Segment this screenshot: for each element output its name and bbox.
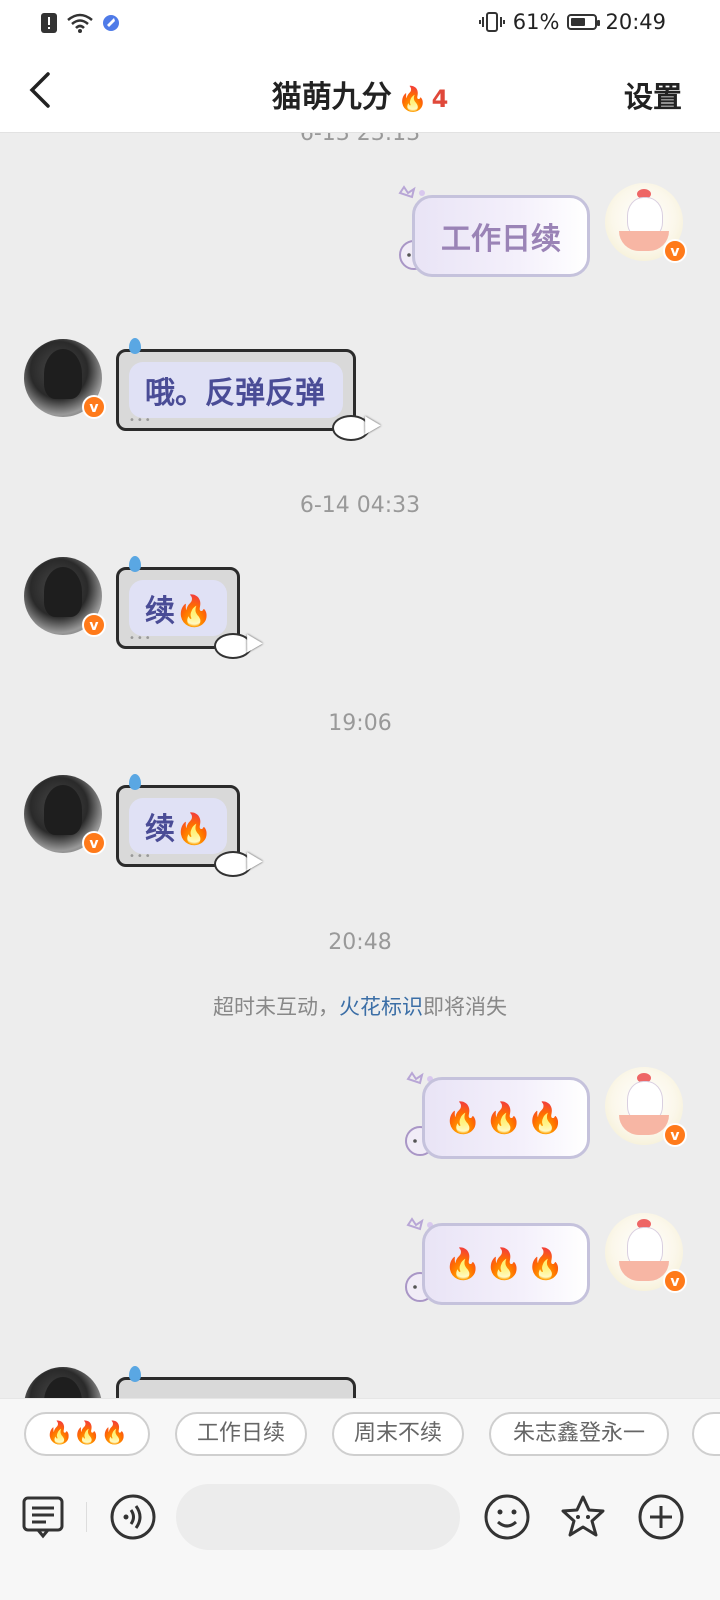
message-bubble-outgoing[interactable]: 🔥🔥🔥 [422,1223,590,1305]
friend-avatar[interactable]: v [24,775,106,855]
verified-badge: v [663,1269,687,1293]
notes-icon[interactable] [18,1492,68,1542]
hooded-figure [44,1377,82,1398]
water-drop-decoration [129,338,141,354]
friend-avatar[interactable]: v [24,557,106,637]
timestamp: 20:48 [328,930,392,955]
toolbar-divider [86,1502,87,1532]
system-notice: 超时未互动，火花标识即将消失 [0,991,720,1021]
message-bubble-outgoing[interactable]: 🔥🔥🔥 [422,1077,590,1159]
settings-button[interactable]: 设置 [624,74,682,116]
message-text: 工作日续 [441,222,561,257]
water-drop-decoration [129,774,141,790]
voice-icon[interactable] [108,1492,158,1542]
my-avatar[interactable]: v [605,1067,687,1147]
wifi-icon [67,13,93,33]
lotus-decoration [619,1115,669,1135]
flame-icon: 🔥 [397,85,428,113]
message-list[interactable]: 6-13 23:13 工作日续 v v 哦。反弹反弹 ••• 6-14 04:3… [0,133,720,1398]
message-bubble-outgoing[interactable]: 工作日续 [412,195,590,277]
message-input[interactable] [176,1484,460,1550]
quick-reply-chip[interactable]: 工作日续 [175,1412,307,1456]
hooded-figure [44,567,82,617]
battery-percent: 61% [512,10,560,34]
friend-avatar[interactable]: v [24,339,106,419]
lotus-decoration [619,231,669,251]
timestamp: 6-13 23:13 [299,133,421,146]
chat-header: 猫萌九分 🔥 4 设置 [0,50,720,133]
add-icon[interactable] [636,1492,686,1542]
water-drop-decoration [129,556,141,572]
message-bubble-incoming[interactable] [116,1366,356,1398]
vibrate-icon [478,12,505,32]
verified-badge: v [82,395,106,419]
quick-reply-chip-partial[interactable] [692,1412,720,1456]
message-text: 续🔥 [145,812,213,847]
quick-reply-chip[interactable]: 🔥🔥🔥 [24,1412,150,1456]
verified-badge: v [82,831,106,855]
page-title: 猫萌九分 🔥 4 [0,72,720,116]
timestamp: 6-14 04:33 [299,493,421,518]
verified-badge: v [663,1123,687,1147]
battery-level [571,18,585,26]
message-text: 🔥🔥🔥 [443,1100,569,1136]
my-avatar[interactable]: v [605,1213,687,1293]
status-bar: 61% 20:49 [0,0,720,50]
alert-icon [41,13,57,33]
hooded-figure [44,785,82,835]
battery-icon [567,14,601,30]
sticker-icon[interactable] [558,1492,608,1542]
streak-count: 4 [431,85,449,113]
message-bubble-incoming[interactable]: 哦。反弹反弹 ••• [116,338,356,431]
verified-badge: v [663,239,687,263]
verified-badge: v [82,613,106,637]
notice-suffix: 即将消失 [423,995,507,1019]
emoji-icon[interactable] [482,1492,532,1542]
friend-avatar[interactable] [24,1367,102,1398]
timestamp: 19:06 [328,711,392,736]
spark-badge-link[interactable]: 火花标识 [339,995,423,1019]
my-avatar[interactable]: v [605,183,687,263]
quick-reply-chip[interactable]: 周末不续 [332,1412,464,1456]
message-text: 续🔥 [145,594,213,629]
lotus-decoration [619,1261,669,1281]
quick-reply-chip[interactable]: 朱志鑫登永一 [489,1412,669,1456]
hooded-figure [44,349,82,399]
pixel-dots: ••• [129,851,153,862]
notice-prefix: 超时未互动， [213,995,339,1019]
app-notification-icon [103,15,119,31]
pixel-dots: ••• [129,415,153,426]
input-toolbar [0,1472,720,1600]
pixel-dots: ••• [129,633,153,644]
message-text: 哦。反弹反弹 [145,376,325,411]
message-text: 🔥🔥🔥 [443,1246,569,1282]
chat-title: 猫萌九分 [271,80,392,115]
quick-reply-bar: 🔥🔥🔥 工作日续 周末不续 朱志鑫登永一 [0,1398,720,1473]
clock: 20:49 [605,10,666,34]
water-drop-decoration [129,1366,141,1382]
